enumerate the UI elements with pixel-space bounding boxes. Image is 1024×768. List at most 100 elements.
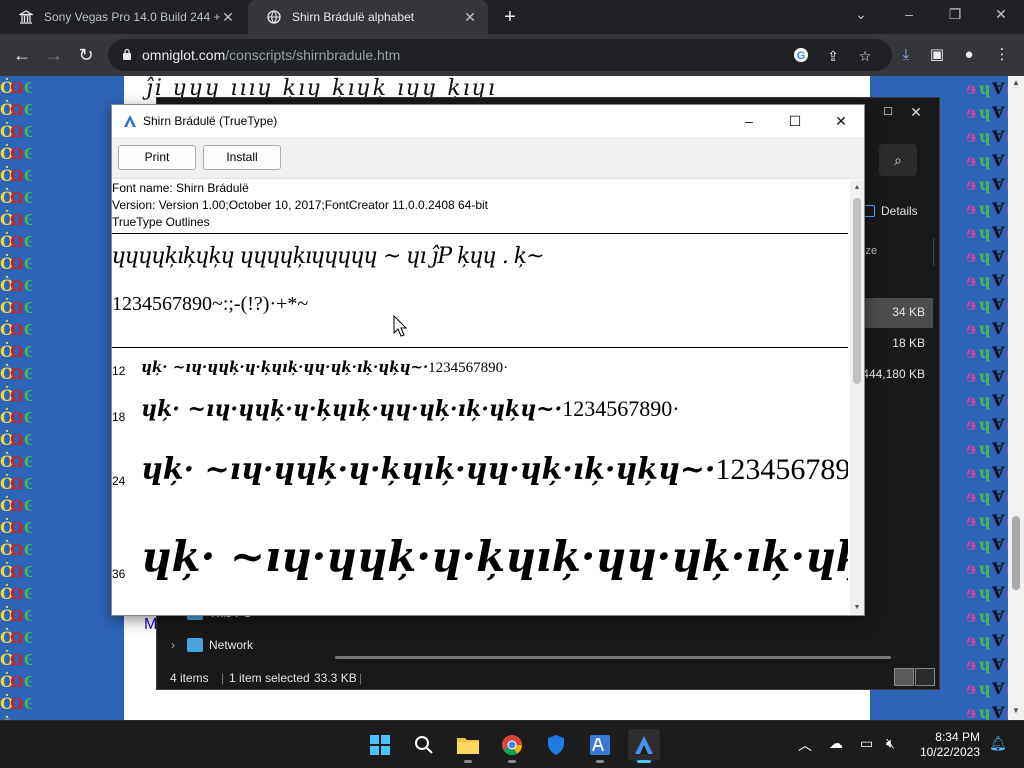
sample-script-text: ɥķ· ~ıɥ·ɥɥķ·ɥ·ķɥıķ·ɥɥ·ɥķ·ıķ·ɥķɥ~· [141,532,848,581]
file-size: 444,180 KB [862,367,925,381]
page-left-pattern: Ȯ Ω ʘ [0,76,124,720]
tiles-view-icon[interactable] [915,668,935,686]
explorer-close-icon[interactable]: ✕ [893,98,939,128]
font-viewer-scrollbar[interactable]: ▲ ▼ [850,180,864,615]
sample-script-text: ɥķ· ~ıɥ·ɥɥķ·ɥ·ķɥıķ·ɥɥ·ɥķ·ıķ·ɥķɥ~· [141,358,429,376]
font-viewer-window: Shirn Brádulë (TrueType) – ☐ ✕ Print Ins… [111,104,865,616]
nav-item-label: Network [209,638,254,652]
share-icon[interactable]: ⇪ [824,47,842,65]
install-button[interactable]: Install [203,145,281,170]
window-title: Shirn Brádulë (TrueType) [143,114,278,128]
sample-line-24: ɥķ· ~ıɥ·ɥɥķ·ɥ·ķɥıķ·ɥɥ·ɥķ·ıķ·ɥķɥ~·1234567… [141,452,848,487]
page-scroll-thumb[interactable] [1012,516,1020,590]
minimize-icon[interactable]: – [729,109,769,133]
profile-icon[interactable]: ● [959,45,979,65]
tab-title: Shirn Brádulë alphabet [292,10,415,24]
file-size: 34 KB [892,305,925,319]
size-column-header[interactable]: ize [863,245,877,257]
search-icon[interactable]: ⌕ [879,144,917,176]
browser-tabstrip: Sony Vegas Pro 14.0 Build 244 + ✕ Shirn … [0,0,1024,34]
building-icon [18,9,34,25]
address-bar[interactable]: omniglot.com/conscripts/shirnbradule.htm… [108,39,892,71]
item-count: 4 items [170,671,209,685]
close-icon[interactable]: ✕ [462,9,478,25]
column-separator [933,238,934,266]
details-view-icon[interactable] [894,668,914,686]
font-preview-area: Font name: Shirn Brádulë Version: Versio… [112,180,848,615]
sample-digits: 1234567890· [715,453,848,486]
details-label: Details [881,204,918,218]
sample-size-label: 24 [112,474,126,488]
notification-bell-icon[interactable]: 🔔︎ [989,735,1007,752]
download-icon[interactable]: ⤓ [896,45,916,65]
sample-script-text: ɥķ· ~ıɥ·ɥɥķ·ɥ·ķɥıķ·ɥɥ·ɥķ·ıķ·ɥķɥ~· [141,452,716,487]
file-size: 18 KB [892,336,925,350]
font-info: Font name: Shirn Brádulë Version: Versio… [112,180,488,231]
globe-icon [266,9,282,25]
close-icon[interactable]: ✕ [220,9,236,25]
back-icon[interactable]: ← [11,44,33,66]
fontcreator-icon[interactable] [584,729,616,763]
tab-title: Sony Vegas Pro 14.0 Build 244 + [44,10,221,24]
sample-line-36: ɥķ· ~ıɥ·ɥɥķ·ɥ·ķɥıķ·ɥɥ·ɥķ·ıķ·ɥķɥ~·1234567… [141,532,848,582]
menu-dots-icon[interactable]: ⋮ [992,45,1012,65]
details-button[interactable]: Details [863,204,918,218]
forward-icon[interactable]: → [43,44,65,66]
scroll-up-icon[interactable]: ▲ [1008,78,1024,87]
new-tab-icon[interactable]: + [500,7,520,27]
font-viewer-commandbar: Print Install [112,137,864,179]
divider [112,233,848,234]
show-hidden-icons-chevron-icon[interactable]: ︿ [798,735,812,755]
font-name-line: Font name: Shirn Brádulë [112,181,249,195]
close-window-icon[interactable]: ✕ [978,0,1024,30]
volume-muted-icon[interactable]: 🔇︎ [886,735,895,752]
restore-icon[interactable]: ❐ [932,0,978,30]
explorer-statusbar: 4 items | 1 item selected 33.3 KB | [170,671,363,685]
horizontal-scrollbar[interactable] [335,656,891,659]
minimize-icon[interactable]: – [886,0,932,30]
google-icon[interactable]: G [792,47,810,65]
scroll-down-icon[interactable]: ▼ [850,604,864,611]
clock-time: 8:34 PM [935,730,980,744]
side-panel-icon[interactable]: ▣ [927,45,947,65]
lock-icon [123,48,131,60]
tab-search-chevron-icon[interactable]: ⌄ [838,0,884,30]
mouse-pointer-icon [393,315,407,337]
scroll-up-icon[interactable]: ▲ [850,184,864,191]
display-icon[interactable]: ▭ [860,735,873,752]
windows-start-icon[interactable] [364,729,396,761]
charset-digit-line: 1234567890~:;-(!?)·+*~ [112,293,309,315]
scroll-down-icon[interactable]: ▼ [1008,706,1024,715]
page-right-pattern: ɘ ɥ Ɐ [966,76,1010,720]
tab-sony-vegas[interactable]: Sony Vegas Pro 14.0 Build 244 + ✕ [0,0,246,34]
system-clock[interactable]: 8:34 PM 10/22/2023 [910,730,980,760]
print-button[interactable]: Print [118,145,196,170]
scroll-thumb[interactable] [853,198,861,384]
charset-glyph-line: ɥɥɥɥķıķɥķɥ ɥɥɥɥķıɥɥɥɥɥ ~ ɥı ĵP ķɥɥ . ķ~ [112,244,545,269]
search-icon[interactable] [408,729,440,761]
nav-item-network[interactable]: › Network [171,638,253,652]
font-outline-line: TrueType Outlines [112,215,210,229]
page-scrollbar[interactable]: ▲ ▼ [1008,76,1024,720]
bookmark-star-icon[interactable]: ☆ [856,47,874,65]
reload-icon[interactable]: ↻ [75,44,97,66]
selection-count: 1 item selected [229,671,310,685]
sample-digits: 1234567890· [562,396,680,421]
cloud-sync-icon[interactable]: ☁ [829,735,843,752]
chrome-icon[interactable] [496,729,528,763]
close-icon[interactable]: ✕ [821,109,861,133]
sample-script-text: ɥķ· ~ıɥ·ɥɥķ·ɥ·ķɥıķ·ɥɥ·ɥķ·ıķ·ɥķɥ~· [141,396,563,422]
sample-line-18: ɥķ· ~ıɥ·ɥɥķ·ɥ·ķɥıķ·ɥɥ·ɥķ·ıķ·ɥķɥ~·1234567… [141,396,680,422]
file-explorer-icon[interactable] [452,729,484,763]
tab-shirn-bradule[interactable]: Shirn Brádulë alphabet ✕ [248,0,488,34]
font-viewer-icon[interactable] [628,729,660,763]
maximize-icon[interactable]: ☐ [775,109,815,133]
sample-digits: 1234567890· [428,360,509,376]
network-icon [187,638,203,652]
font-viewer-app-icon [124,115,136,127]
taskbar: ︿ ☁ ▭ 🔇︎ 8:34 PM 10/22/2023 🔔︎ [0,720,1024,768]
sample-size-label: 36 [112,567,126,581]
sample-line-12: ɥķ· ~ıɥ·ɥɥķ·ɥ·ķɥıķ·ɥɥ·ɥķ·ıķ·ɥķɥ~·1234567… [141,358,508,377]
security-shield-icon[interactable] [540,729,572,761]
chevron-right-icon[interactable]: › [171,638,175,652]
